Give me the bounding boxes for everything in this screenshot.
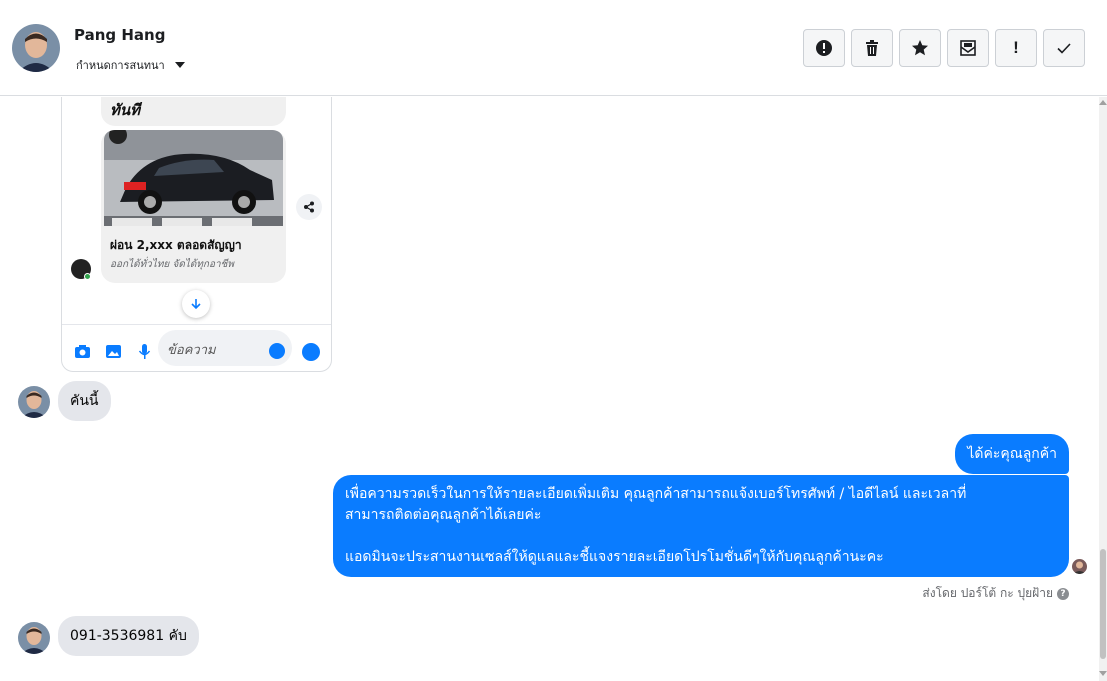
incoming-message-bubble: คันนี้ — [58, 381, 111, 421]
message-line: สามารถติดต่อคุณลูกค้าได้เลยค่ะ — [345, 507, 542, 523]
screenshot-car-card: ผ่อน 2,xxx ตลอดสัญญา ออกได้ทั่วไทย จัดได… — [101, 130, 286, 283]
sender-avatar[interactable] — [18, 622, 50, 654]
help-icon[interactable]: ? — [1057, 587, 1069, 600]
composer-tools — [74, 343, 153, 360]
outgoing-message-bubble-long: เพื่อความรวดเร็วในการให้รายละเอียดเพิ่มเ… — [333, 475, 1069, 577]
card-subtitle: ออกได้ทั่วไทย จัดได้ทุกอาชีพ — [110, 259, 234, 270]
thread-scrollbar[interactable] — [1099, 97, 1107, 681]
card-title: ผ่อน 2,xxx ตลอดสัญญา — [110, 238, 242, 252]
conversation-header: Pang Hang กำหนดการสนทนา ! — [0, 0, 1107, 96]
incoming-message-bubble: 091-3536981 คับ — [58, 616, 199, 656]
star-button[interactable] — [899, 29, 941, 67]
microphone-icon — [138, 344, 151, 359]
caret-down-icon — [174, 62, 185, 68]
mark-important-button[interactable]: ! — [995, 29, 1037, 67]
contact-avatar[interactable] — [12, 24, 60, 72]
scroll-up-arrow-icon[interactable] — [1099, 100, 1107, 105]
conversation-toolbar: ! — [803, 29, 1085, 67]
screenshot-top-text: ทันที — [110, 101, 141, 119]
checkmark-icon — [1057, 43, 1071, 54]
mark-unread-button[interactable] — [947, 29, 989, 67]
trash-icon — [866, 40, 878, 56]
message-thread: ทันที ผ่อน 2,xxx ตลอดสัญญา ออกได้ทั่วไทย… — [0, 97, 1107, 681]
outgoing-message-bubble: ได้ค่ะคุณลูกค้า — [955, 434, 1069, 474]
message-line-blank — [345, 526, 1057, 547]
assign-conversation-label: กำหนดการสนทนา — [76, 59, 165, 72]
exclamation-icon: ! — [1013, 38, 1019, 57]
mark-done-button[interactable] — [1043, 29, 1085, 67]
scroll-down-arrow-icon — [182, 290, 210, 318]
share-icon — [296, 194, 322, 220]
message-line: เพื่อความรวดเร็วในการให้รายละเอียดเพิ่มเ… — [345, 486, 967, 502]
report-spam-button[interactable] — [803, 29, 845, 67]
camera-icon — [75, 345, 90, 358]
sender-avatar[interactable] — [18, 386, 50, 418]
alert-circle-icon — [816, 40, 832, 56]
delete-button[interactable] — [851, 29, 893, 67]
assign-conversation-dropdown[interactable]: กำหนดการสนทนา — [76, 56, 185, 74]
composer-placeholder: ข้อความ — [167, 343, 216, 358]
scroll-down-arrow-icon[interactable] — [1099, 671, 1107, 676]
envelope-icon — [960, 40, 976, 56]
car-photo — [104, 130, 283, 226]
attached-screenshot-image[interactable]: ทันที ผ่อน 2,xxx ตลอดสัญญา ออกได้ทั่วไทย… — [61, 97, 332, 372]
contact-name: Pang Hang — [74, 26, 166, 44]
message-line: แอดมินจะประสานงานเซลส์ให้ดูแลและชี้แจงรา… — [345, 549, 884, 565]
online-status-dot — [84, 273, 91, 280]
star-icon — [912, 40, 928, 56]
menu-icon — [302, 343, 320, 361]
sent-by-label: ส่งโดย ปอร์โต้ กะ ปุยฝ้าย ? — [922, 584, 1069, 603]
photo-icon — [106, 345, 121, 358]
sent-by-text: ส่งโดย ปอร์โต้ กะ ปุยฝ้าย — [922, 586, 1053, 600]
emoji-icon — [269, 343, 285, 359]
scrollbar-thumb[interactable] — [1100, 549, 1106, 659]
seen-avatar — [1072, 559, 1087, 574]
composer-divider — [62, 324, 331, 325]
